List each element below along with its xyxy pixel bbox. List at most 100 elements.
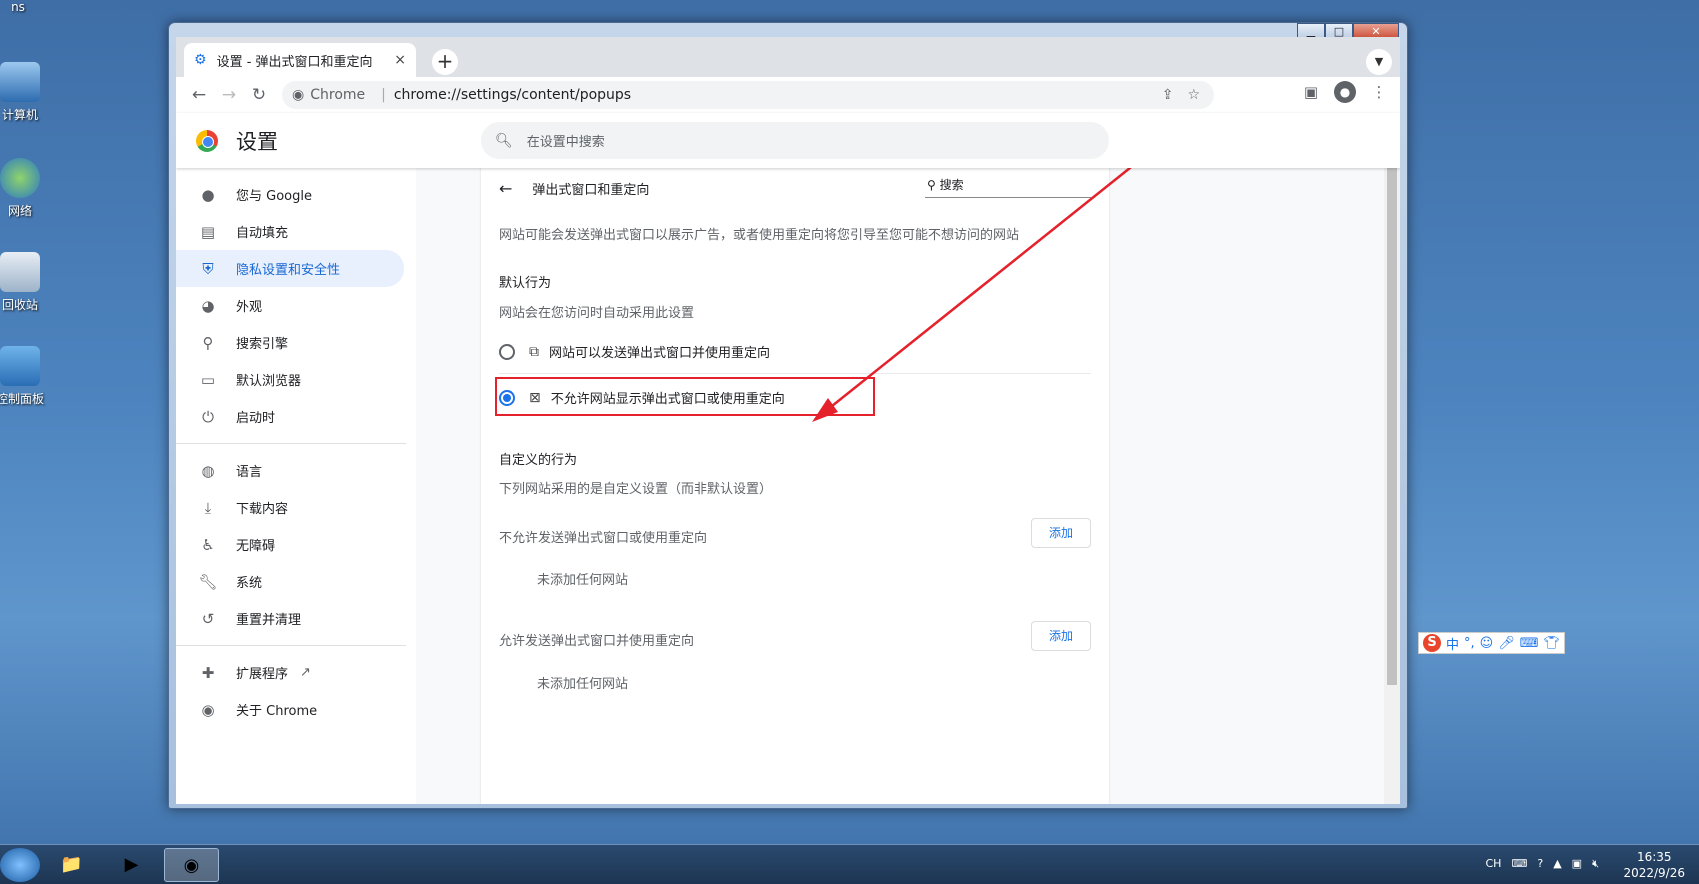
desktop-icon-ns[interactable]: ns	[0, 0, 48, 14]
option-block-popups[interactable]: ⊠ 不允许网站显示弹出式窗口或使用重定向	[495, 377, 1091, 416]
puzzle-icon: ✚	[201, 663, 215, 682]
emoji-icon[interactable]: ☺	[1480, 636, 1494, 651]
browser-icon: ▭	[200, 370, 216, 389]
back-arrow-icon[interactable]: ←	[499, 179, 512, 198]
profile-avatar-icon[interactable]: ●	[1334, 81, 1356, 103]
toolbar-right: ▣ ● ⋮	[1298, 81, 1392, 103]
control-panel-icon	[0, 346, 40, 386]
sidebar-item-downloads[interactable]: ⤓ 下载内容	[176, 489, 404, 526]
settings-header: 设置 🔍︎ 在设置中搜索	[176, 113, 1400, 168]
reload-button[interactable]: ↻	[244, 85, 274, 105]
sidebar-item-about[interactable]: ◉ 关于 Chrome	[176, 691, 404, 728]
scrollbar[interactable]	[1384, 113, 1400, 804]
sidebar-item-system[interactable]: 🔧︎ 系统	[176, 563, 404, 600]
mic-icon[interactable]: 🎤︎	[1498, 636, 1515, 651]
allow-list-empty: 未添加任何网站	[537, 677, 629, 692]
sidebar-item-reset[interactable]: ↺ 重置并清理	[176, 600, 404, 637]
sidebar-item-you-and-google[interactable]: ● 您与 Google	[176, 176, 404, 213]
sidebar-item-label: 外观	[236, 300, 263, 315]
keyboard-icon[interactable]: ⌨	[1520, 636, 1539, 651]
search-icon: 🔍︎	[495, 132, 513, 149]
sidebar-item-label: 重置并清理	[236, 613, 302, 628]
recycle-bin-icon	[0, 252, 40, 292]
radio-allow[interactable]	[499, 343, 515, 360]
desktop-icon-label: 回收站	[1, 298, 38, 312]
clock[interactable]: 16:35 2022/9/26	[1623, 849, 1685, 881]
clock-date: 2022/9/26	[1623, 866, 1685, 880]
sidebar-item-search-engine[interactable]: ⚲ 搜索引擎	[176, 324, 404, 361]
back-button[interactable]: ←	[184, 85, 214, 105]
sidebar-item-extensions[interactable]: ✚ 扩展程序 ↗	[176, 654, 404, 691]
sidebar-item-default-browser[interactable]: ▭ 默认浏览器	[176, 361, 404, 398]
tray-arrow-icon[interactable]: ▲	[1553, 857, 1561, 871]
skin-icon[interactable]: 👕︎	[1544, 636, 1561, 651]
help-icon[interactable]: ?	[1537, 857, 1543, 871]
ime-mode[interactable]: 中	[1446, 634, 1459, 653]
explorer-icon[interactable]: 📁	[44, 848, 99, 882]
add-block-site-button[interactable]: 添加	[1031, 518, 1091, 548]
sidebar-item-label: 语言	[236, 465, 263, 480]
volume-muted-icon[interactable]: 🔇︎	[1592, 857, 1599, 871]
chrome-logo-icon	[196, 129, 218, 152]
toolbar: ← → ↻ ◉ Chrome | chrome://settings/conte…	[176, 77, 1400, 113]
close-tab-button[interactable]: ×	[394, 52, 406, 68]
tab-search-button[interactable]: ▼	[1366, 49, 1392, 75]
new-tab-button[interactable]: +	[432, 49, 458, 75]
highlight-box	[495, 377, 875, 416]
sidebar-item-label: 您与 Google	[236, 189, 312, 204]
download-icon: ⤓	[204, 498, 212, 517]
accessibility-icon: ♿︎	[201, 535, 215, 554]
sidebar-item-autofill[interactable]: ▤ 自动填充	[176, 213, 404, 250]
chrome-taskbar-icon[interactable]: ◉	[164, 848, 219, 882]
sidebar-item-label: 关于 Chrome	[236, 704, 318, 719]
divider	[176, 645, 406, 646]
lang-indicator[interactable]: CH	[1486, 857, 1502, 871]
clipboard-icon: ▤	[200, 222, 216, 241]
popups-settings-card: ← 弹出式窗口和重定向 ⚲ 搜索 网站可能会发送弹出式窗口以展示广告，或者使用重…	[481, 168, 1109, 804]
sidebar-item-label: 自动填充	[236, 226, 289, 241]
sidebar-item-on-startup[interactable]: ⏻ 启动时	[176, 398, 404, 435]
search-icon: ⚲	[927, 178, 940, 192]
forward-button[interactable]: →	[214, 85, 244, 105]
sidebar-item-appearance[interactable]: ◕ 外观	[176, 287, 404, 324]
add-allow-site-button[interactable]: 添加	[1031, 621, 1091, 651]
menu-dots-icon[interactable]: ⋮	[1366, 83, 1392, 101]
desktop-icon-label: ns	[11, 0, 25, 14]
start-button[interactable]	[0, 848, 40, 882]
desktop-icon-label: 控制面板	[0, 392, 44, 406]
desktop-icon-recycle[interactable]: 回收站	[0, 252, 50, 313]
sidebar-item-languages[interactable]: ◍ 语言	[176, 452, 404, 489]
sidebar-item-privacy[interactable]: ⛨ 隐私设置和安全性	[176, 250, 404, 287]
block-list-empty: 未添加任何网站	[537, 573, 629, 588]
network-tray-icon[interactable]: ▣	[1572, 857, 1582, 871]
sidebar-item-accessibility[interactable]: ♿︎ 无障碍	[176, 526, 404, 563]
ime-toolbar[interactable]: S 中 °, ☺ 🎤︎ ⌨ 👕︎	[1418, 632, 1566, 654]
desktop-icon-computer[interactable]: 计算机	[0, 62, 50, 123]
address-bar[interactable]: ◉ Chrome | chrome://settings/content/pop…	[282, 81, 1214, 109]
palette-icon: ◕	[201, 296, 215, 315]
network-icon	[0, 158, 40, 198]
tab-settings[interactable]: ⚙ 设置 - 弹出式窗口和重定向 ×	[184, 43, 416, 77]
desktop-icon-network[interactable]: 网络	[0, 158, 50, 219]
radio-block[interactable]	[499, 389, 515, 406]
chrome-icon: ◉	[292, 87, 305, 103]
subpage-header: ← 弹出式窗口和重定向 ⚲ 搜索	[481, 168, 1109, 208]
keyboard-icon[interactable]: ⌨	[1511, 857, 1527, 871]
url-text: chrome://settings/content/popups	[393, 87, 632, 103]
settings-search-input[interactable]: 🔍︎ 在设置中搜索	[481, 122, 1109, 159]
sidebar-item-label: 默认浏览器	[236, 374, 302, 389]
option-allow-popups[interactable]: ⧉ 网站可以发送弹出式窗口并使用重定向	[499, 342, 1091, 374]
block-list-title: 不允许发送弹出式窗口或使用重定向	[499, 531, 708, 546]
desktop-icon-control-panel[interactable]: 控制面板	[0, 346, 50, 407]
subpage-search-input[interactable]: ⚲ 搜索	[925, 176, 1091, 198]
external-link-icon: ↗	[300, 665, 311, 680]
chrome-frame: ⚙ 设置 - 弹出式窗口和重定向 × + ▼ ← → ↻ ◉ Chrome | …	[176, 37, 1400, 804]
sidebar: ● 您与 Google ▤ 自动填充 ⛨ 隐私设置和安全性 ◕ 外观 ⚲ 搜索引擎 ▭ 默认…	[176, 168, 416, 804]
scrollbar-thumb[interactable]	[1387, 133, 1397, 685]
bookmark-star-icon[interactable]: ☆	[1187, 87, 1200, 103]
side-panel-icon[interactable]: ▣	[1298, 83, 1324, 101]
tab-title: 设置 - 弹出式窗口和重定向	[216, 54, 373, 70]
punctuation-icon[interactable]: °,	[1464, 636, 1475, 651]
share-icon[interactable]: ⇪	[1162, 87, 1174, 103]
media-player-icon[interactable]: ▶	[104, 848, 159, 882]
